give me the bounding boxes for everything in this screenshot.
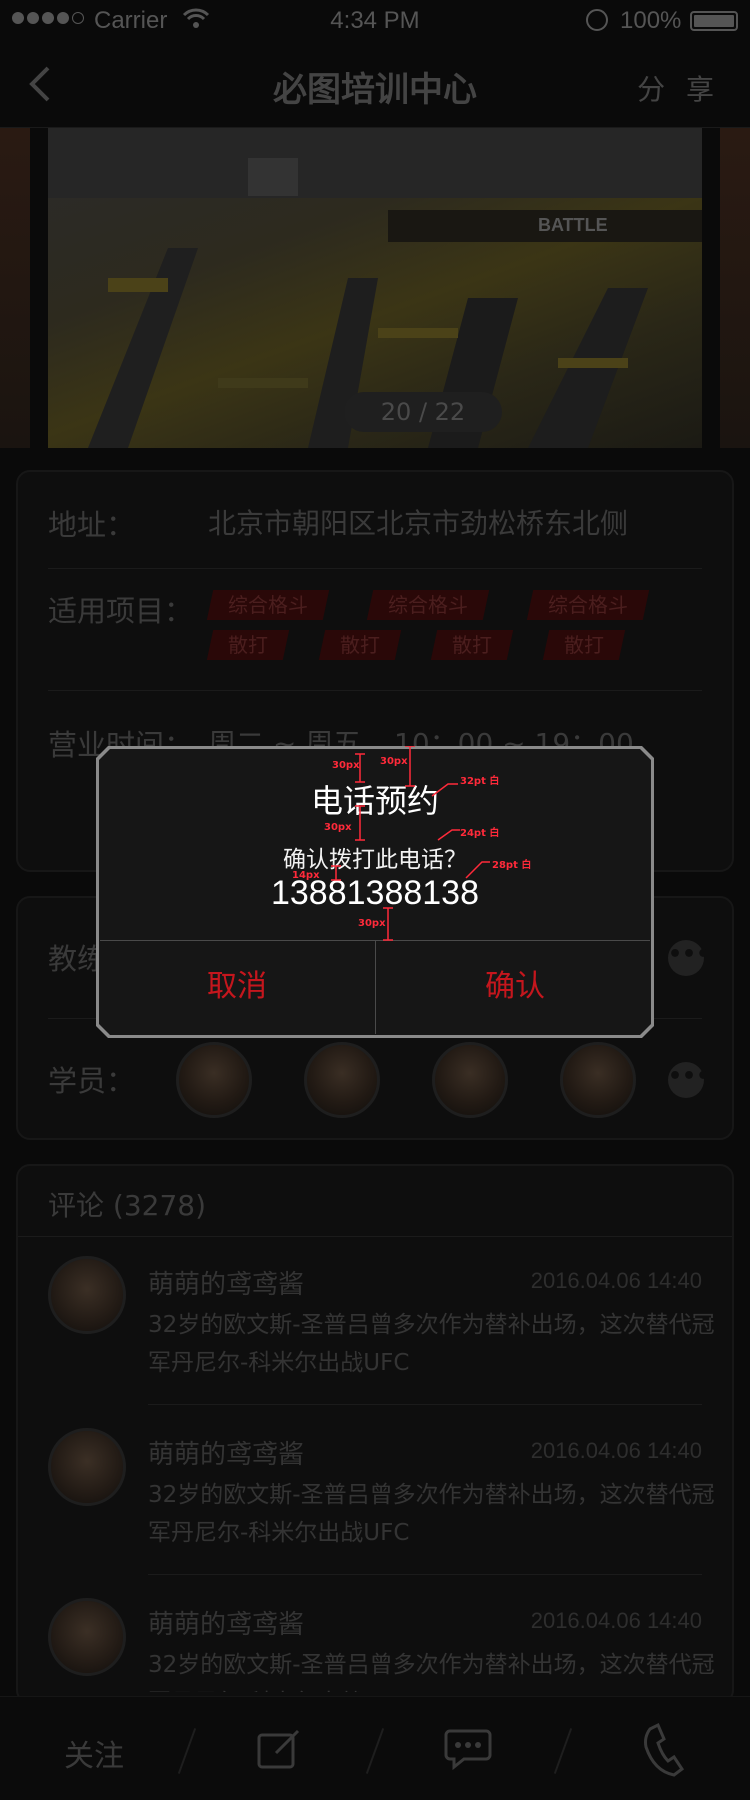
rotation-lock-icon [586,9,608,31]
project-tag: 综合格斗 [366,590,490,620]
comment-author[interactable]: 萌萌的鸢鸢酱 [148,1264,304,1301]
comments-header: 评论 (3278) [48,1189,207,1222]
project-tag: 散打 [542,630,626,660]
divider [148,1574,702,1575]
address-label: 地址： [48,508,136,542]
comment-text: 32岁的欧文斯-圣普吕曾多次作为替补出场，这次替代冠军丹尼尔-科米尔出战UFC [148,1312,715,1376]
annotation: 30px [332,760,360,771]
share-button[interactable]: 分 享 [637,68,720,108]
student-avatar[interactable] [176,1042,252,1118]
annotation: 30px [380,756,408,767]
divider [18,1236,732,1237]
annotation: 28pt 白 [492,860,532,871]
comment-time: 2016.04.06 14:40 [530,1268,702,1293]
annotation: 14px [292,870,320,881]
address-value[interactable]: 北京市朝阳区北京市劲松桥东北侧 [208,502,628,542]
status-bar: Carrier 4:34 PM 100% [0,0,750,40]
battery-icon [690,11,738,31]
divider [553,1728,573,1774]
battery-percent: 100% [620,7,682,34]
annotation: 30px [324,822,352,833]
divider [48,568,702,569]
commenter-avatar[interactable] [48,1598,126,1676]
student-avatar[interactable] [304,1042,380,1118]
annotation: 30px [358,918,386,929]
gallery-photo[interactable]: BATTLE 20 / 22 [48,128,702,448]
comment-author[interactable]: 萌萌的鸢鸢酱 [148,1604,304,1641]
comment-author[interactable]: 萌萌的鸢鸢酱 [148,1434,304,1471]
phone-booking-dialog: 电话预约 确认拨打此电话？ 13881388138 取消 确认 30px 30p… [96,746,654,1038]
spacing-annotations [331,746,490,941]
annotation: 32pt 白 [460,776,500,787]
comment-time: 2016.04.06 14:40 [530,1438,702,1463]
bottom-action-bar: 关注 [0,1696,750,1800]
gallery-counter: 20 / 22 [344,392,502,432]
gallery-prev-peek [0,128,30,448]
coach-more-button[interactable]: ••• [668,940,710,976]
phone-icon[interactable] [636,1721,686,1777]
project-tag: 综合格斗 [206,590,330,620]
project-tag: 综合格斗 [526,590,650,620]
follow-button[interactable]: 关注 [64,1731,124,1775]
divider [48,690,702,691]
projects-label: 适用项目： [48,594,194,628]
edit-icon[interactable] [256,1727,302,1771]
gallery-next-peek [720,128,750,448]
annotation: 24pt 白 [460,828,500,839]
divider [148,1404,702,1405]
comments-card: 评论 (3278) 萌萌的鸢鸢酱 2016.04.06 14:40 32岁的欧文… [16,1164,734,1704]
students-label: 学员： [48,1064,136,1098]
commenter-avatar[interactable] [48,1428,126,1506]
divider [177,1728,197,1774]
nav-bar: 必图培训中心 分 享 [0,40,750,128]
commenter-avatar[interactable] [48,1256,126,1334]
student-avatar[interactable] [432,1042,508,1118]
comment-text: 32岁的欧文斯-圣普吕曾多次作为替补出场，这次替代冠军丹尼尔-科米尔出战UFC [148,1652,715,1692]
project-tag: 散打 [430,630,514,660]
gallery-banner: BATTLE [388,210,702,242]
project-tag: 散打 [318,630,402,660]
student-avatar[interactable] [560,1042,636,1118]
photo-gallery[interactable]: BATTLE 20 / 22 [0,128,750,448]
divider [365,1728,385,1774]
gallery-banner-text: BATTLE [538,215,608,235]
comment-icon[interactable] [444,1727,492,1771]
students-more-button[interactable]: ••• [668,1062,710,1098]
comment-text: 32岁的欧文斯-圣普吕曾多次作为替补出场，这次替代冠军丹尼尔-科米尔出战UFC [148,1482,715,1546]
comment-time: 2016.04.06 14:40 [530,1608,702,1633]
project-tag: 散打 [206,630,290,660]
